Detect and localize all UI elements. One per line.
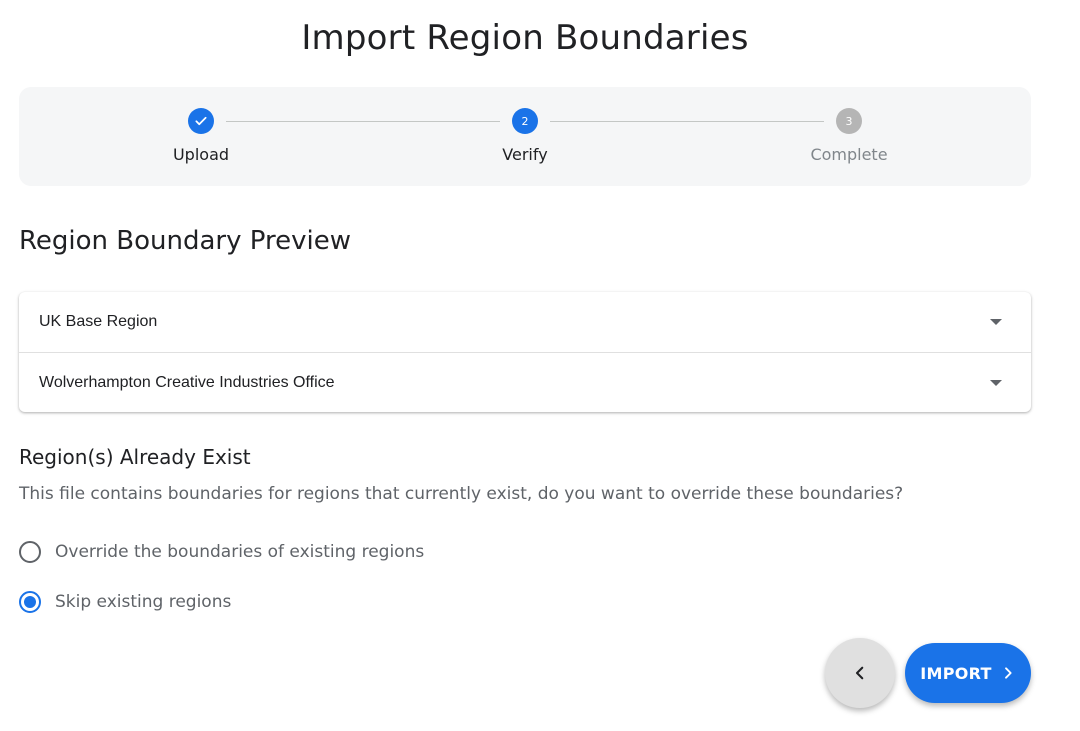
preview-heading: Region Boundary Preview — [19, 226, 351, 256]
step-verify-indicator: 2 — [512, 108, 538, 134]
skip-radio[interactable] — [19, 591, 41, 613]
step-upload-indicator — [188, 108, 214, 134]
step-complete-label: Complete — [810, 145, 888, 164]
chevron-left-icon — [855, 666, 864, 680]
skip-option[interactable]: Skip existing regions — [19, 591, 231, 613]
region-list: UK Base Region Wolverhampton Creative In… — [19, 292, 1031, 412]
region-item-label: Wolverhampton Creative Industries Office — [39, 373, 335, 391]
existing-regions-heading: Region(s) Already Exist — [19, 445, 251, 469]
step-complete: 3 Complete — [749, 87, 949, 164]
skip-option-label[interactable]: Skip existing regions — [55, 592, 231, 612]
page-title: Import Region Boundaries — [301, 18, 749, 58]
override-option-label[interactable]: Override the boundaries of existing regi… — [55, 542, 424, 562]
step-complete-indicator: 3 — [836, 108, 862, 134]
region-item-uk-base[interactable]: UK Base Region — [19, 292, 1031, 352]
radio-selected-dot — [24, 596, 36, 608]
caret-down-icon[interactable] — [990, 380, 1002, 386]
override-option[interactable]: Override the boundaries of existing regi… — [19, 541, 424, 563]
import-button-label: IMPORT — [920, 663, 992, 683]
override-radio[interactable] — [19, 541, 41, 563]
region-item-wolverhampton[interactable]: Wolverhampton Creative Industries Office — [19, 352, 1031, 412]
check-icon — [195, 116, 207, 126]
back-button[interactable] — [825, 638, 895, 708]
step-upload: Upload — [101, 87, 301, 164]
import-stepper: Upload 2 Verify 3 Complete — [19, 87, 1031, 186]
region-item-label: UK Base Region — [39, 313, 158, 330]
step-upload-label: Upload — [172, 145, 230, 164]
chevron-right-icon — [1000, 665, 1016, 681]
step-verify: 2 Verify — [425, 87, 625, 164]
existing-regions-description: This file contains boundaries for region… — [19, 484, 904, 504]
caret-down-icon[interactable] — [990, 319, 1002, 325]
import-button[interactable]: IMPORT — [905, 643, 1031, 703]
step-verify-label: Verify — [502, 145, 548, 164]
